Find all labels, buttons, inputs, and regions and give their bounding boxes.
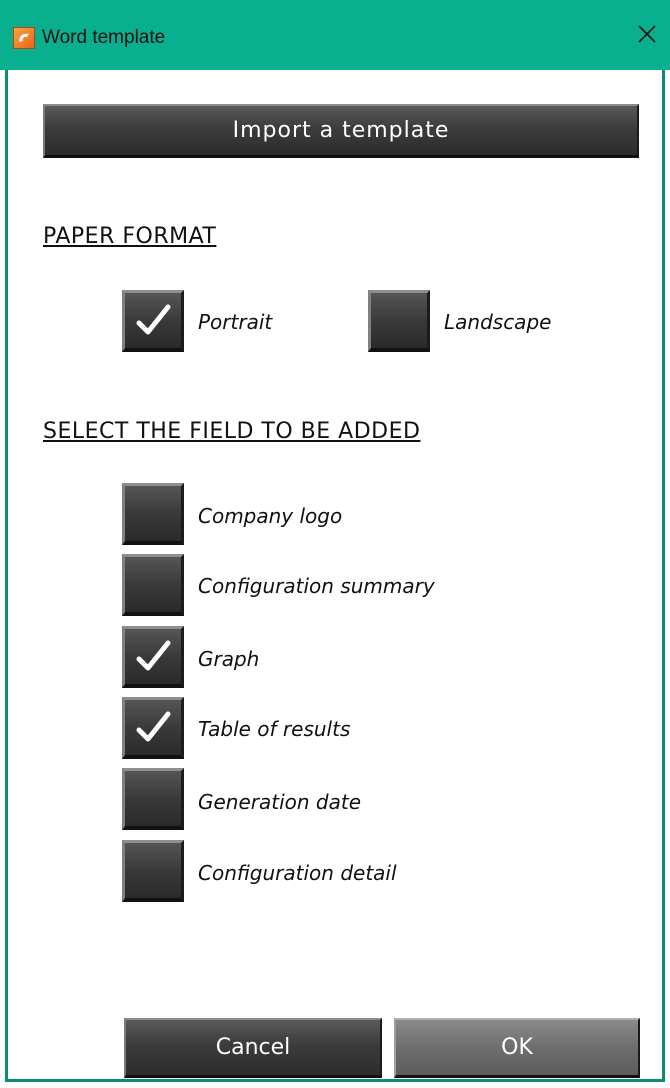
- landscape-checkbox[interactable]: [368, 290, 430, 352]
- close-button[interactable]: [624, 15, 670, 61]
- ok-button[interactable]: OK: [394, 1018, 640, 1078]
- portrait-label: Portrait: [198, 310, 273, 334]
- checkmark-icon: [136, 640, 171, 671]
- generation-date-checkbox[interactable]: [122, 768, 184, 830]
- configuration-summary-checkbox[interactable]: [122, 554, 184, 616]
- title-bar[interactable]: Word template: [0, 0, 670, 70]
- import-template-button[interactable]: Import a template: [43, 104, 639, 158]
- select-fields-heading: SELECT THE FIELD TO BE ADDED: [43, 419, 421, 444]
- table-of-results-label: Table of results: [198, 717, 351, 741]
- configuration-detail-label: Configuration detail: [198, 861, 397, 885]
- generation-date-label: Generation date: [198, 790, 362, 814]
- portrait-checkbox[interactable]: [122, 290, 184, 352]
- company-logo-label: Company logo: [198, 504, 343, 528]
- checkmark-icon: [136, 304, 171, 335]
- configuration-summary-label: Configuration summary: [198, 574, 435, 598]
- table-of-results-checkbox[interactable]: [122, 697, 184, 759]
- cancel-button[interactable]: Cancel: [124, 1018, 382, 1078]
- paper-format-heading: PAPER FORMAT: [43, 224, 217, 249]
- checkmark-icon: [136, 711, 171, 742]
- landscape-label: Landscape: [444, 310, 552, 334]
- app-logo-icon: [13, 27, 35, 49]
- graph-checkbox[interactable]: [122, 626, 184, 688]
- company-logo-checkbox[interactable]: [122, 483, 184, 545]
- configuration-detail-checkbox[interactable]: [122, 840, 184, 902]
- dialog-body: Import a template PAPER FORMAT Portrait …: [5, 70, 665, 1082]
- window-title: Word template: [42, 27, 166, 48]
- close-icon: [638, 25, 656, 43]
- word-template-dialog: Word template Import a template PAPER FO…: [0, 0, 670, 1088]
- graph-label: Graph: [198, 647, 260, 671]
